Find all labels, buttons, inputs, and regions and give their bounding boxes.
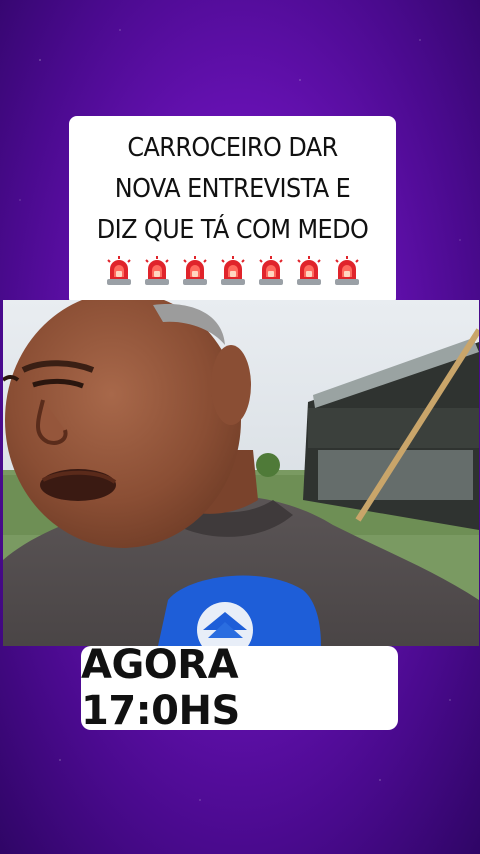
siren-icon xyxy=(103,255,135,287)
interview-photo xyxy=(3,300,479,646)
siren-icon xyxy=(179,255,211,287)
siren-row xyxy=(69,255,396,287)
siren-icon xyxy=(255,255,287,287)
headline-line-2: NOVA ENTREVISTA E xyxy=(114,174,351,204)
headline-line-1: CARROCEIRO DAR xyxy=(127,133,338,163)
headline-line-3: DIZ QUE TÁ COM MEDO xyxy=(96,215,369,245)
siren-icon xyxy=(217,255,249,287)
siren-icon xyxy=(141,255,173,287)
headline-card: CARROCEIRO DAR NOVA ENTREVISTA E DIZ QUE… xyxy=(69,116,396,306)
interview-photo-art xyxy=(3,300,479,646)
siren-icon xyxy=(293,255,325,287)
siren-icon xyxy=(331,255,363,287)
time-banner: AGORA 17:0HS xyxy=(81,642,398,734)
time-banner-text: AGORA 17:0HS xyxy=(81,642,240,734)
